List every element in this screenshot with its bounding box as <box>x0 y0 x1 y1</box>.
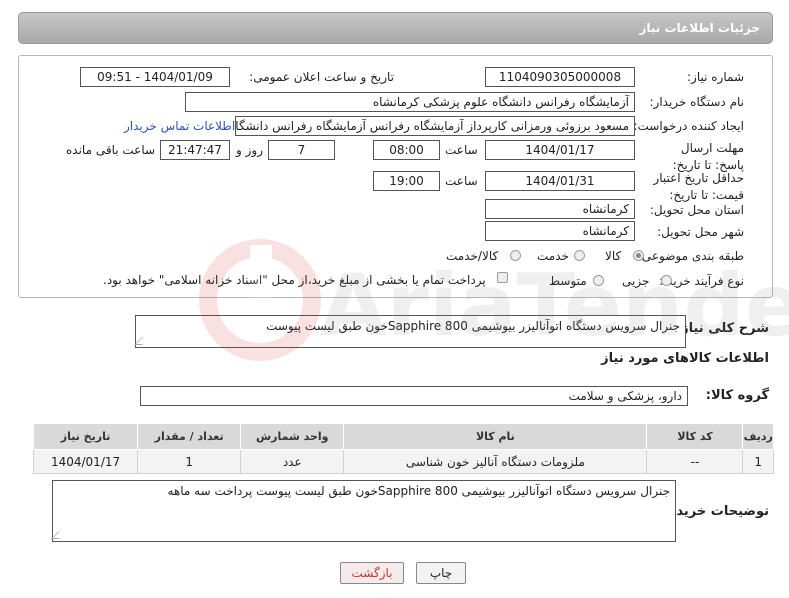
col-row-header: ردیف <box>742 423 774 450</box>
deadline-time-label: ساعت <box>445 143 478 157</box>
treasury-payment-checkbox[interactable] <box>497 272 508 283</box>
deadline-date-field[interactable]: 1404/01/17 <box>485 140 635 160</box>
purchase-medium-radio[interactable] <box>593 275 604 286</box>
category-service-radio[interactable] <box>574 250 585 261</box>
goods-group-field[interactable]: دارو، پزشکی و سلامت <box>140 386 688 406</box>
buyer-org-field[interactable]: آزمایشگاه رفرانس دانشگاه علوم پزشکی کرما… <box>185 92 635 112</box>
summary-textarea[interactable]: جنرال سرویس دستگاه اتوآنالیزر بیوشیمی Sa… <box>134 315 686 348</box>
purchase-minor-label: جزیی <box>622 274 650 288</box>
days-field[interactable]: 7 <box>268 140 335 160</box>
validity-date-field[interactable]: 1404/01/31 <box>485 171 635 191</box>
resize-grip-icon[interactable] <box>134 337 150 345</box>
validity-time-field[interactable]: 19:00 <box>373 171 440 191</box>
category-goods-label: کالا <box>605 249 622 263</box>
validity-time-label: ساعت <box>445 174 478 188</box>
goods-table-header: ردیف کد کالا نام کالا واحد شمارش تعداد /… <box>32 423 774 450</box>
back-button[interactable]: بازگشت <box>340 562 404 584</box>
announce-label: تاریخ و ساعت اعلان عمومی: <box>249 70 394 84</box>
remaining-time-label: ساعت باقی مانده <box>66 143 156 157</box>
purchase-medium-label: متوسط <box>549 274 587 288</box>
cell-name: ملزومات دستگاه آنالیز خون شناسی <box>343 449 648 474</box>
col-unit-header: واحد شمارش <box>240 423 345 450</box>
col-code-header: کد کالا <box>646 423 744 450</box>
buyer-org-label: نام دستگاه خریدار: <box>649 95 745 109</box>
treasury-payment-note: پرداخت تمام یا بخشی از مبلغ خرید،از محل … <box>103 273 486 287</box>
purchase-minor-radio[interactable] <box>661 275 672 286</box>
cell-row: 1 <box>742 449 774 474</box>
city-label: شهر محل تحویل: <box>657 225 744 239</box>
col-qty-header: تعداد / مقدار <box>137 423 242 450</box>
category-goods-service-label: کالا/خدمت <box>446 249 499 263</box>
validity-label: حداقل تاریخ اعتبار قیمت: تا تاریخ: <box>653 171 744 202</box>
summary-text: جنرال سرویس دستگاه اتوآنالیزر بیوشیمی Sa… <box>266 319 680 333</box>
cell-unit: عدد <box>240 449 345 474</box>
need-number-label: شماره نیاز: <box>687 70 744 84</box>
cell-code: -- <box>646 449 744 474</box>
page-title: جزئیات اطلاعات نیاز <box>639 21 760 35</box>
deadline-time-field[interactable]: 08:00 <box>373 140 440 160</box>
col-name-header: نام کالا <box>343 423 648 450</box>
category-goods-radio[interactable] <box>633 250 644 261</box>
cell-date: 1404/01/17 <box>32 449 139 474</box>
deadline-label: مهلت ارسال پاسخ: تا تاریخ: <box>672 141 744 172</box>
goods-group-label: گروه کالا: <box>705 388 769 403</box>
days-label: روز و <box>236 143 263 157</box>
category-service-label: خدمت <box>537 249 569 263</box>
category-label: طبقه بندی موضوعی: <box>637 249 744 263</box>
buyer-notes-textarea[interactable]: جنرال سرویس دستگاه اتوآنالیزر بیوشیمی Sa… <box>51 480 676 542</box>
need-number-field[interactable]: 1104090305000008 <box>485 67 635 87</box>
province-label: استان محل تحویل: <box>649 203 744 217</box>
city-field[interactable]: کرمانشاه <box>485 221 635 241</box>
page-header: جزئیات اطلاعات نیاز <box>18 12 773 44</box>
table-row[interactable]: 1 -- ملزومات دستگاه آنالیز خون شناسی عدد… <box>32 449 774 474</box>
goods-section-title: اطلاعات کالاهای مورد نیاز <box>601 351 769 366</box>
col-date-header: تاریخ نیاز <box>32 423 139 450</box>
resize-grip-icon[interactable] <box>51 531 67 539</box>
announce-field[interactable]: 1404/01/09 - 09:51 <box>80 67 230 87</box>
buyer-notes-text: جنرال سرویس دستگاه اتوآنالیزر بیوشیمی Sa… <box>167 484 670 498</box>
cell-qty: 1 <box>137 449 242 474</box>
remaining-time-field[interactable]: 21:47:47 <box>160 140 230 160</box>
summary-label: شرح کلی نیاز: <box>675 321 769 336</box>
creator-label: ایجاد کننده درخواست: <box>633 119 744 133</box>
province-field[interactable]: کرمانشاه <box>485 199 635 219</box>
goods-table: ردیف کد کالا نام کالا واحد شمارش تعداد /… <box>32 423 774 474</box>
contact-buyer-link[interactable]: اطلاعات تماس خریدار <box>124 119 235 133</box>
category-goods-service-radio[interactable] <box>510 250 521 261</box>
print-button[interactable]: چاپ <box>416 562 466 584</box>
creator-field[interactable]: مسعود برزوئی ورمزانی کارپرداز آزمایشگاه … <box>235 116 635 136</box>
